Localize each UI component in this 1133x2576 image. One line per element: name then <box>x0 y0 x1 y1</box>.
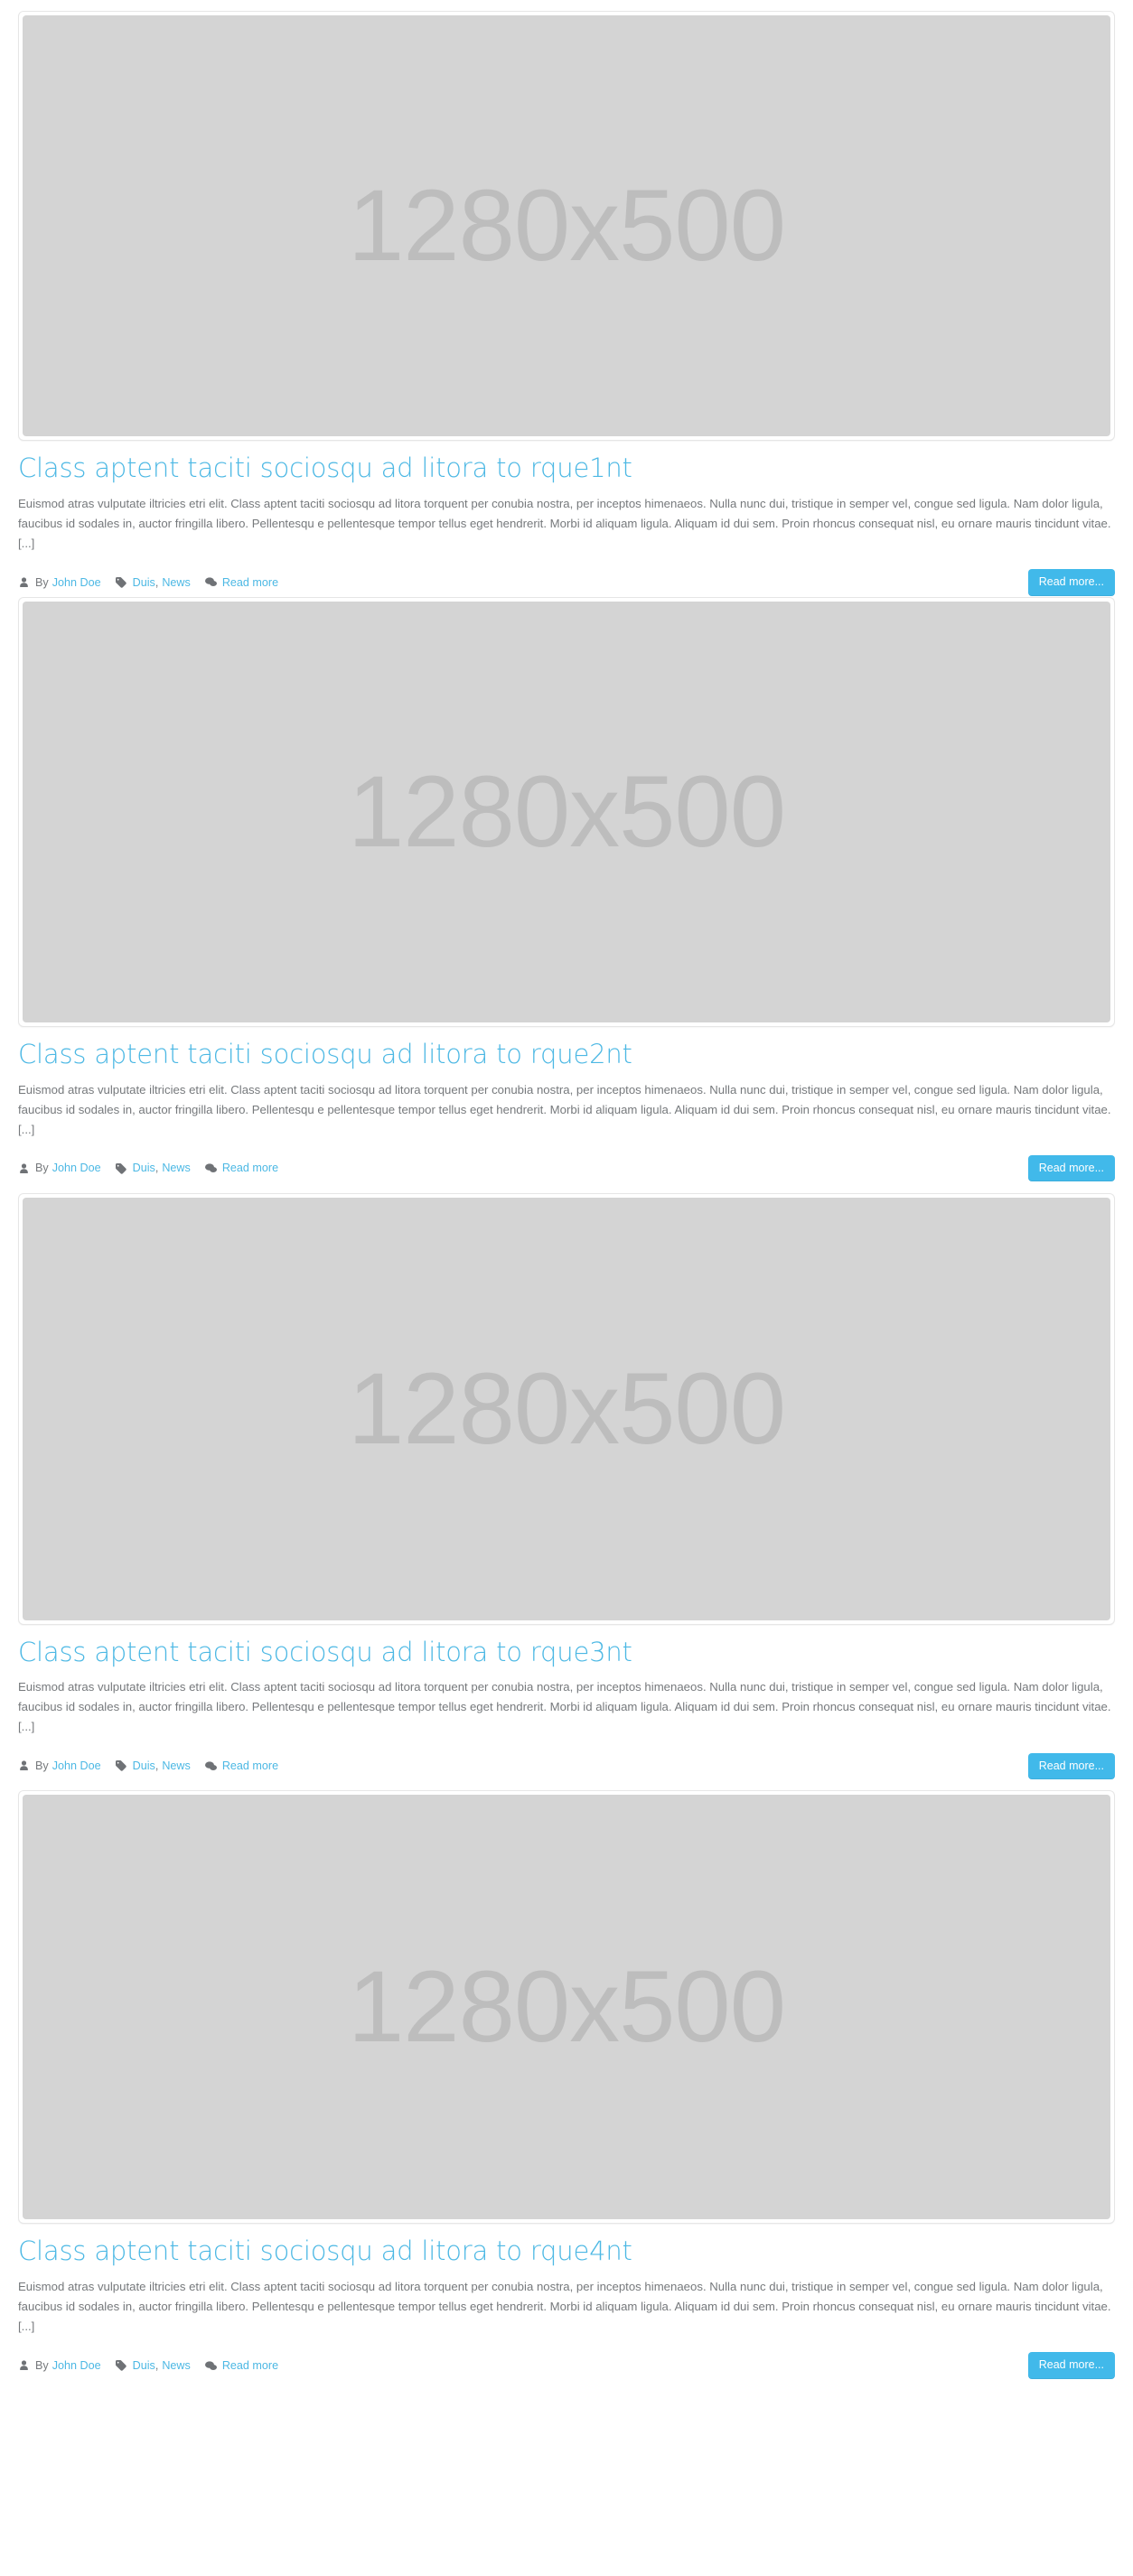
tag-separator: , <box>154 2358 159 2372</box>
comments-link[interactable]: Read more <box>222 2360 278 2372</box>
post-thumbnail-card[interactable]: 1280x500 <box>18 11 1115 441</box>
tag-icon <box>116 1162 127 1174</box>
post-title: Class aptent taciti sociosqu ad litora t… <box>18 1039 1115 1070</box>
post-title-link[interactable]: Class aptent taciti sociosqu ad litora t… <box>18 1637 632 1667</box>
post-comments: Read more <box>204 1162 278 1174</box>
blog-post: 1280x500 Class aptent taciti sociosqu ad… <box>0 1779 1133 2379</box>
tag-link-duis[interactable]: Duis <box>133 1162 155 1174</box>
tag-separator: , <box>154 1759 159 1773</box>
by-label: By <box>35 1759 49 1773</box>
post-comments: Read more <box>204 576 278 589</box>
post-tags: Duis, News <box>116 576 191 588</box>
post-title-link[interactable]: Class aptent taciti sociosqu ad litora t… <box>18 1039 632 1069</box>
author-link[interactable]: John Doe <box>52 1162 101 1174</box>
read-more-button[interactable]: Read more... <box>1027 1154 1115 1182</box>
post-author: By John Doe <box>18 1760 101 1772</box>
blog-post: 1280x500 Class aptent taciti sociosqu ad… <box>0 596 1133 1182</box>
post-thumbnail-card[interactable]: 1280x500 <box>18 596 1115 1027</box>
post-excerpt: Euismod atras vulputate iltricies etri e… <box>18 2280 1111 2334</box>
tag-separator: , <box>154 1162 159 1175</box>
post-title-link[interactable]: Class aptent taciti sociosqu ad litora t… <box>18 453 632 483</box>
post-meta-links: By John Doe Duis, News Read more <box>18 2360 278 2372</box>
tag-link-duis[interactable]: Duis <box>133 1760 155 1772</box>
post-excerpt: Euismod atras vulputate iltricies etri e… <box>18 1082 1111 1136</box>
author-link[interactable]: John Doe <box>52 576 101 589</box>
by-label: By <box>35 2358 49 2372</box>
post-meta-links: By John Doe Duis, News Read more <box>18 576 278 588</box>
placeholder-dimensions-label: 1280x500 <box>347 169 786 282</box>
post-tags: Duis, News <box>116 1162 191 1174</box>
post-tags: Duis, News <box>116 1760 191 1772</box>
post-author: By John Doe <box>18 1162 101 1174</box>
comments-icon <box>204 1760 217 1772</box>
post-thumbnail-card[interactable]: 1280x500 <box>18 1192 1115 1625</box>
post-meta: By John Doe Duis, News Read more Read mo… <box>18 569 1115 596</box>
comments-icon <box>204 576 217 588</box>
tag-link-news[interactable]: News <box>162 1162 191 1174</box>
tag-icon <box>116 576 127 588</box>
post-meta: By John Doe Duis, News Read more Read mo… <box>18 1752 1115 1780</box>
placeholder-dimensions-label: 1280x500 <box>347 1351 786 1465</box>
tag-link-news[interactable]: News <box>162 2360 191 2372</box>
tag-icon <box>116 2360 127 2372</box>
by-label: By <box>35 1162 49 1175</box>
comments-link[interactable]: Read more <box>222 1760 278 1772</box>
post-excerpt: Euismod atras vulputate iltricies etri e… <box>18 496 1111 550</box>
placeholder-image: 1280x500 <box>23 1197 1110 1620</box>
comments-icon <box>204 2360 217 2372</box>
comments-link[interactable]: Read more <box>222 1162 278 1174</box>
tag-link-news[interactable]: News <box>162 1760 191 1772</box>
post-excerpt: Euismod atras vulputate iltricies etri e… <box>18 1680 1111 1734</box>
by-label: By <box>35 575 49 589</box>
read-more-button[interactable]: Read more... <box>1027 1752 1115 1780</box>
blog-post: 1280x500 Class aptent taciti sociosqu ad… <box>0 0 1133 596</box>
post-meta-links: By John Doe Duis, News Read more <box>18 1760 278 1772</box>
read-more-button[interactable]: Read more... <box>1027 569 1115 596</box>
tag-link-duis[interactable]: Duis <box>133 2360 155 2372</box>
tag-icon <box>116 1760 127 1772</box>
post-tags: Duis, News <box>116 2360 191 2372</box>
placeholder-image: 1280x500 <box>23 15 1110 436</box>
user-icon <box>18 2360 30 2372</box>
post-title: Class aptent taciti sociosqu ad litora t… <box>18 453 1115 484</box>
post-author: By John Doe <box>18 2360 101 2372</box>
post-thumbnail-card[interactable]: 1280x500 <box>18 1790 1115 2225</box>
placeholder-dimensions-label: 1280x500 <box>347 754 786 868</box>
post-comments: Read more <box>204 2360 278 2372</box>
comments-link[interactable]: Read more <box>222 576 278 589</box>
blog-post: 1280x500 Class aptent taciti sociosqu ad… <box>0 1182 1133 1780</box>
read-more-button[interactable]: Read more... <box>1027 2352 1115 2379</box>
placeholder-image: 1280x500 <box>23 1795 1110 2220</box>
post-title: Class aptent taciti sociosqu ad litora t… <box>18 1637 1115 1668</box>
post-author: By John Doe <box>18 576 101 588</box>
post-comments: Read more <box>204 1760 278 1772</box>
comments-icon <box>204 1162 217 1174</box>
user-icon <box>18 1760 30 1772</box>
placeholder-dimensions-label: 1280x500 <box>347 1950 786 2064</box>
tag-separator: , <box>154 575 159 589</box>
author-link[interactable]: John Doe <box>52 2360 101 2372</box>
user-icon <box>18 1162 30 1174</box>
tag-link-duis[interactable]: Duis <box>133 576 155 589</box>
author-link[interactable]: John Doe <box>52 1760 101 1772</box>
post-title-link[interactable]: Class aptent taciti sociosqu ad litora t… <box>18 2235 632 2266</box>
blog-post-list: 1280x500 Class aptent taciti sociosqu ad… <box>0 0 1133 2379</box>
post-meta: By John Doe Duis, News Read more Read mo… <box>18 1154 1115 1182</box>
post-title: Class aptent taciti sociosqu ad litora t… <box>18 2235 1115 2267</box>
user-icon <box>18 576 30 588</box>
post-meta: By John Doe Duis, News Read more Read mo… <box>18 2352 1115 2379</box>
post-meta-links: By John Doe Duis, News Read more <box>18 1162 278 1174</box>
tag-link-news[interactable]: News <box>162 576 191 589</box>
placeholder-image: 1280x500 <box>23 601 1110 1022</box>
